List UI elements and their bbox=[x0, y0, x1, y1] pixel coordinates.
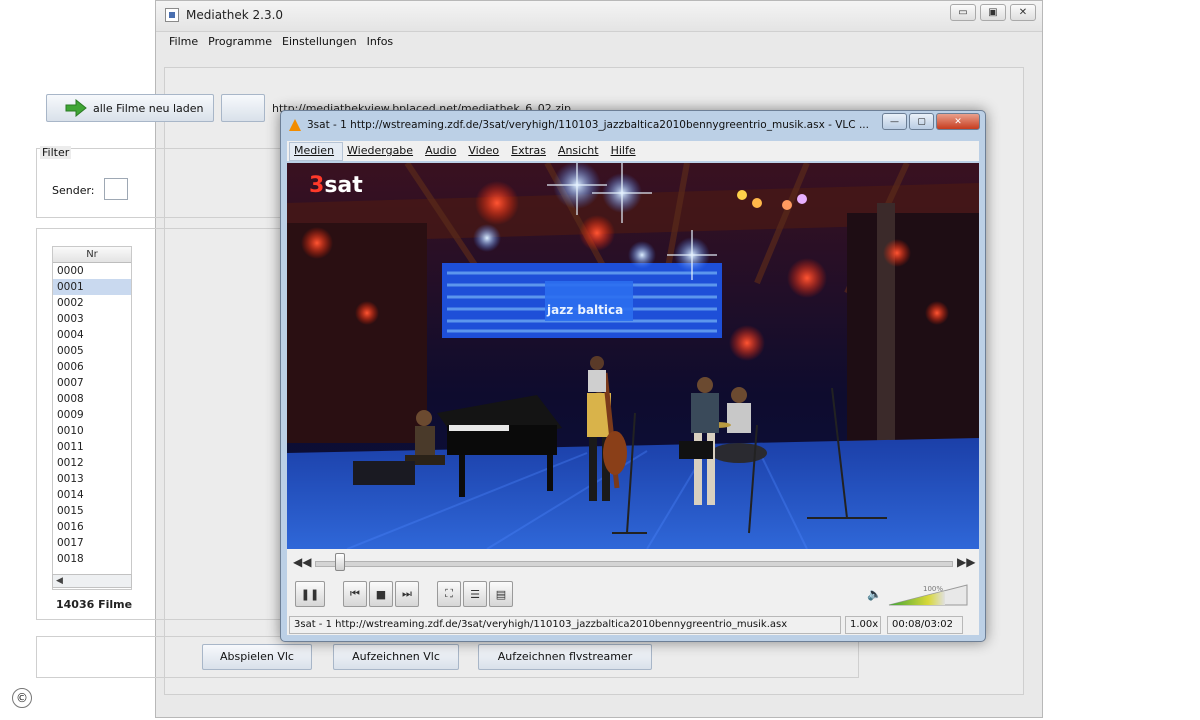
record-flvstreamer-button[interactable]: Aufzeichnen flvstreamer bbox=[478, 644, 652, 670]
table-row[interactable]: 0007 bbox=[53, 375, 131, 391]
vlc-menu-ansicht[interactable]: Ansicht bbox=[554, 141, 607, 161]
mediathek-menubar: Filme Programme Einstellungen Infos bbox=[156, 33, 1042, 53]
table-row[interactable]: 0010 bbox=[53, 423, 131, 439]
load-all-films-button[interactable]: alle Filme neu laden bbox=[46, 94, 214, 122]
previous-icon: ⏮ bbox=[350, 587, 360, 600]
vlc-menu-hilfe[interactable]: Hilfe bbox=[607, 141, 644, 161]
table-row[interactable]: 0009 bbox=[53, 407, 131, 423]
sender-label: Sender: bbox=[52, 184, 95, 197]
vlc-controls: ◀◀ ▶▶ ❚❚ ⏮ ■ ⏭ ⛶ ☰ ▤ 🔈 100% bbox=[287, 549, 979, 615]
options-button[interactable] bbox=[221, 94, 265, 122]
table-row[interactable]: 0017 bbox=[53, 535, 131, 551]
play-vlc-button[interactable]: Abspielen Vlc bbox=[202, 644, 312, 670]
table-row[interactable]: 0008 bbox=[53, 391, 131, 407]
vlc-menu-medien[interactable]: Medien bbox=[289, 142, 344, 161]
vlc-window-controls: — ▢ ✕ bbox=[882, 113, 980, 130]
stop-icon: ■ bbox=[375, 587, 387, 601]
fullscreen-icon: ⛶ bbox=[445, 587, 453, 600]
film-count: 14036 Filme bbox=[56, 598, 133, 611]
extended-settings-button[interactable]: ☰ bbox=[463, 581, 487, 607]
menu-programme[interactable]: Programme bbox=[205, 33, 279, 53]
playlist-icon: ▤ bbox=[495, 587, 507, 601]
horizontal-scrollbar[interactable]: ◀ bbox=[52, 574, 132, 588]
stage-screen-text: jazz baltica bbox=[547, 303, 624, 317]
channel-logo: 3sat bbox=[309, 173, 363, 198]
vlc-close-icon[interactable]: ✕ bbox=[936, 113, 980, 130]
seek-bar[interactable] bbox=[315, 561, 953, 567]
vlc-statusbar: 3sat - 1 http://wstreaming.zdf.de/3sat/v… bbox=[287, 615, 979, 635]
playback-speed[interactable]: 1.00x bbox=[845, 616, 881, 634]
table-row[interactable]: 0001 bbox=[53, 279, 131, 295]
previous-button[interactable]: ⏮ bbox=[343, 581, 367, 607]
playback-time[interactable]: 00:08/03:02 bbox=[887, 616, 963, 634]
load-button-label: alle Filme neu laden bbox=[93, 101, 204, 115]
table-row[interactable]: 0016 bbox=[53, 519, 131, 535]
mediathek-title: Mediathek 2.3.0 bbox=[186, 8, 284, 22]
app-icon bbox=[165, 8, 179, 22]
vlc-cone-icon bbox=[289, 119, 301, 131]
table-row[interactable]: 0004 bbox=[53, 327, 131, 343]
table-row[interactable]: 0011 bbox=[53, 439, 131, 455]
vlc-menu-video[interactable]: Video bbox=[464, 141, 507, 161]
menu-filme[interactable]: Filme bbox=[166, 33, 205, 53]
pause-icon: ❚❚ bbox=[300, 587, 320, 601]
table-row[interactable]: 0000 bbox=[53, 263, 131, 279]
sender-combo[interactable] bbox=[104, 178, 128, 200]
table-row[interactable]: 0014 bbox=[53, 487, 131, 503]
status-url: 3sat - 1 http://wstreaming.zdf.de/3sat/v… bbox=[289, 616, 841, 634]
stop-button[interactable]: ■ bbox=[369, 581, 393, 607]
vlc-title: 3sat - 1 http://wstreaming.zdf.de/3sat/v… bbox=[307, 119, 869, 131]
table-row[interactable]: 0002 bbox=[53, 295, 131, 311]
seek-back-icon[interactable]: ◀◀ bbox=[293, 555, 311, 569]
vlc-minimize-icon[interactable]: — bbox=[882, 113, 907, 130]
table-row[interactable]: 0015 bbox=[53, 503, 131, 519]
seek-slider-handle[interactable] bbox=[335, 553, 346, 571]
green-arrow-icon bbox=[65, 99, 87, 117]
record-vlc-button[interactable]: Aufzeichnen Vlc bbox=[333, 644, 459, 670]
table-row[interactable]: 0012 bbox=[53, 455, 131, 471]
channel-logo-number: 3 bbox=[309, 173, 325, 198]
filter-legend: Filter bbox=[40, 146, 72, 159]
close-icon[interactable]: ✕ bbox=[1010, 4, 1036, 21]
table-row[interactable]: 0006 bbox=[53, 359, 131, 375]
vlc-titlebar: 3sat - 1 http://wstreaming.zdf.de/3sat/v… bbox=[281, 111, 985, 139]
concert-stage-image bbox=[287, 163, 979, 549]
video-frame[interactable]: 3sat jazz baltica bbox=[287, 163, 979, 549]
next-icon: ⏭ bbox=[402, 587, 412, 600]
volume-percent: 100% bbox=[923, 585, 943, 593]
menu-einstellungen[interactable]: Einstellungen bbox=[279, 33, 364, 53]
pause-button[interactable]: ❚❚ bbox=[295, 581, 325, 607]
channel-logo-text: sat bbox=[324, 173, 363, 198]
menu-infos[interactable]: Infos bbox=[364, 33, 401, 53]
minimize-icon[interactable]: ▭ bbox=[950, 4, 976, 21]
seek-forward-icon[interactable]: ▶▶ bbox=[957, 555, 975, 569]
table-row[interactable]: 0003 bbox=[53, 311, 131, 327]
speaker-icon[interactable]: 🔈 bbox=[867, 587, 882, 601]
table-row[interactable]: 0018 bbox=[53, 551, 131, 567]
scroll-left-icon[interactable]: ◀ bbox=[56, 575, 63, 587]
volume-slider[interactable]: 100% bbox=[887, 581, 969, 607]
next-button[interactable]: ⏭ bbox=[395, 581, 419, 607]
vlc-menubar: Medien Wiedergabe Audio Video Extras Ans… bbox=[287, 141, 979, 161]
maximize-icon[interactable]: ▣ bbox=[980, 4, 1006, 21]
film-table: Nr 0000 0001 0002 0003 0004 0005 0006 0007 0008 0… bbox=[52, 246, 132, 590]
mediathek-titlebar: Mediathek 2.3.0 ▭ ▣ ✕ bbox=[156, 1, 1042, 32]
table-row[interactable]: 0005 bbox=[53, 343, 131, 359]
vlc-window: 3sat - 1 http://wstreaming.zdf.de/3sat/v… bbox=[280, 110, 986, 642]
table-row[interactable]: 0013 bbox=[53, 471, 131, 487]
copyright-symbol: © bbox=[12, 688, 32, 708]
vlc-menu-extras[interactable]: Extras bbox=[507, 141, 554, 161]
table-header-nr[interactable]: Nr bbox=[53, 247, 131, 263]
vlc-menu-wiedergabe[interactable]: Wiedergabe bbox=[343, 141, 421, 161]
vlc-menu-audio[interactable]: Audio bbox=[421, 141, 464, 161]
playlist-button[interactable]: ▤ bbox=[489, 581, 513, 607]
window-controls: ▭ ▣ ✕ bbox=[950, 4, 1036, 21]
fullscreen-button[interactable]: ⛶ bbox=[437, 581, 461, 607]
vlc-maximize-icon[interactable]: ▢ bbox=[909, 113, 934, 130]
equalizer-icon: ☰ bbox=[470, 587, 480, 601]
